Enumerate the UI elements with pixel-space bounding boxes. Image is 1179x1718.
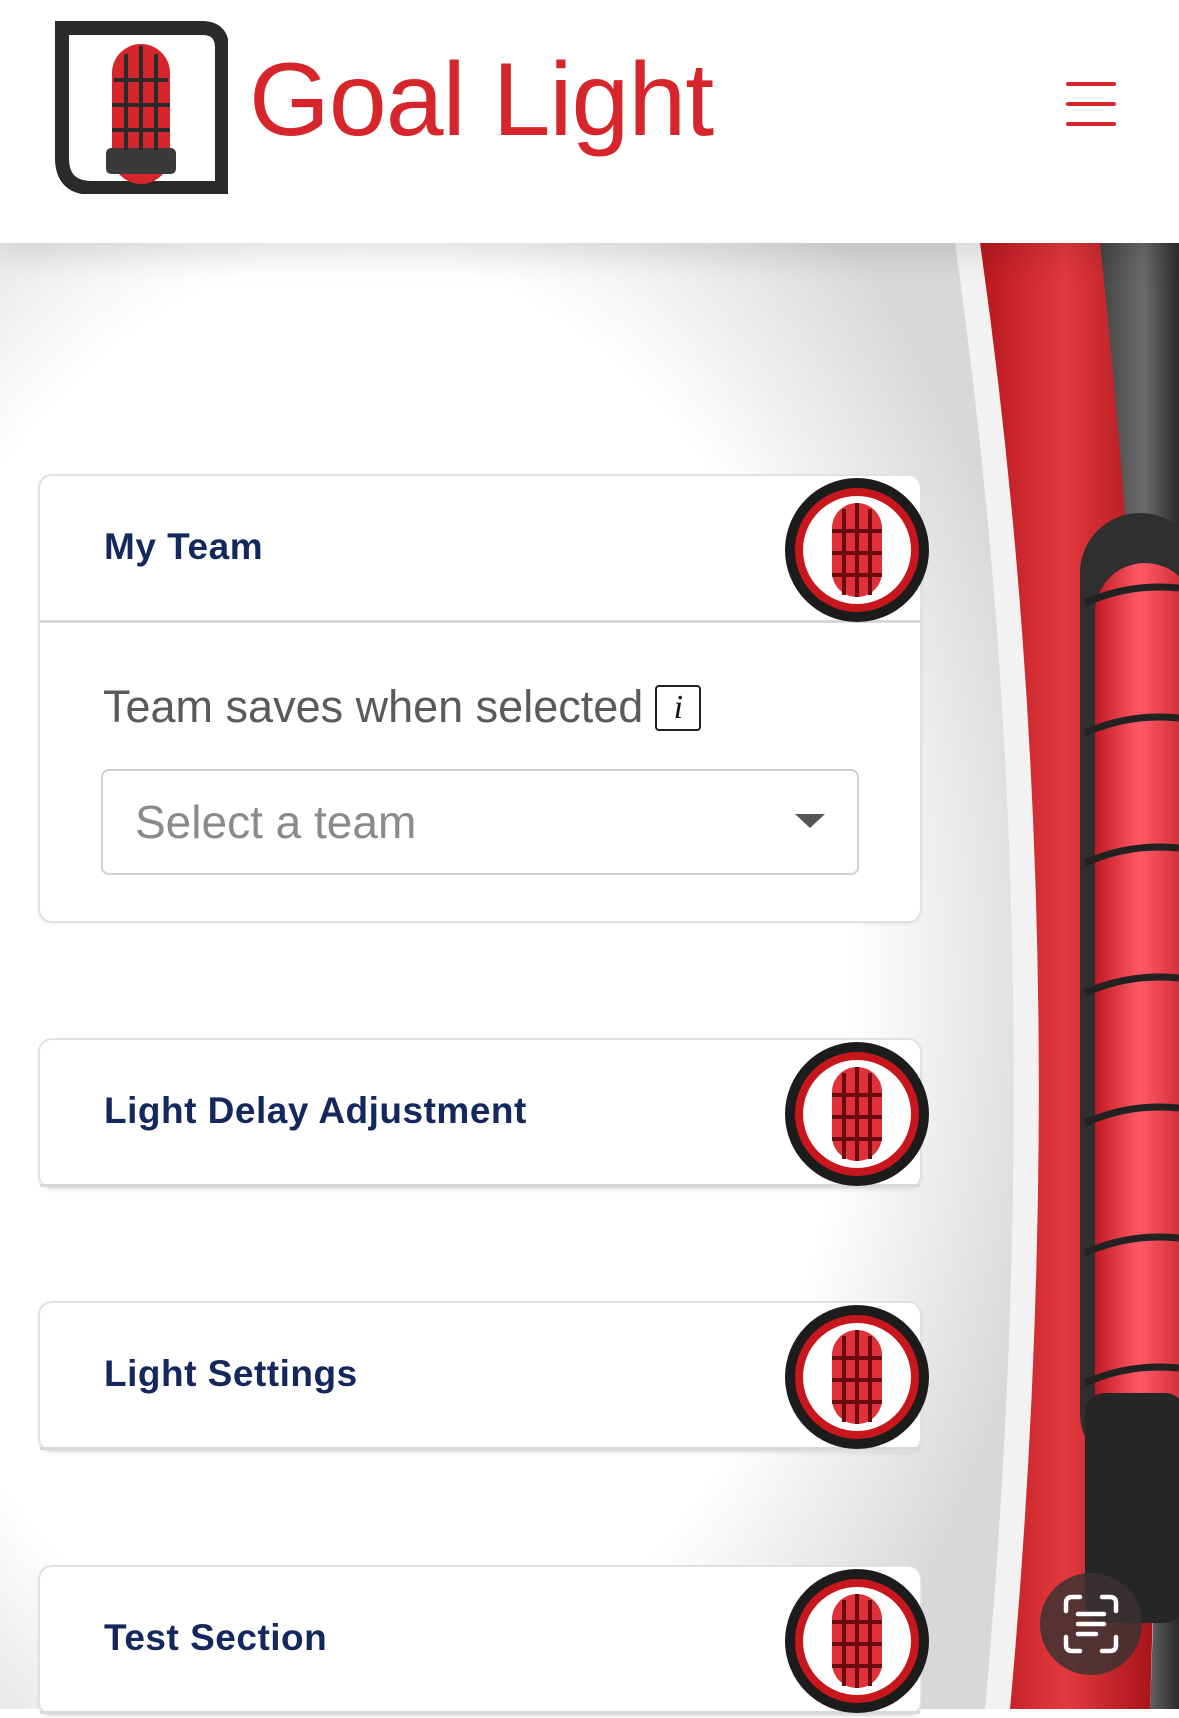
section-test: Test Section	[38, 1565, 929, 1716]
text-scan-button[interactable]	[1040, 1573, 1142, 1675]
section-title: Light Delay Adjustment	[104, 1090, 527, 1131]
goal-light-icon	[785, 478, 929, 622]
goal-light-icon	[785, 1305, 929, 1449]
section-header-test[interactable]: Test Section	[40, 1567, 929, 1714]
section-title: Light Settings	[104, 1353, 358, 1394]
team-field-label: Team saves when selected i	[103, 681, 702, 733]
section-light-settings: Light Settings	[38, 1301, 929, 1452]
text-scan-icon	[1063, 1594, 1119, 1654]
menu-line	[1066, 122, 1116, 126]
menu-line	[1066, 102, 1116, 106]
section-header-my-team[interactable]: My Team	[40, 476, 929, 623]
section-title: My Team	[104, 526, 264, 567]
chevron-down-icon	[795, 814, 825, 828]
menu-line	[1066, 82, 1116, 86]
goal-light-icon	[785, 1042, 929, 1186]
goal-light-icon	[785, 1569, 929, 1713]
section-body-my-team: Team saves when selected i Select a team	[40, 623, 920, 921]
section-header-light-settings[interactable]: Light Settings	[40, 1303, 929, 1450]
team-select[interactable]: Select a team	[101, 769, 859, 875]
section-header-light-delay[interactable]: Light Delay Adjustment	[40, 1040, 929, 1187]
brand-title: Goal Light	[249, 42, 714, 158]
section-light-delay-adjustment: Light Delay Adjustment	[38, 1038, 929, 1189]
team-field-label-text: Team saves when selected	[103, 681, 644, 732]
section-title: Test Section	[104, 1617, 328, 1658]
decorative-background-art	[0, 243, 1179, 1709]
info-icon[interactable]: i	[655, 685, 702, 731]
hamburger-menu-icon[interactable]	[1062, 78, 1120, 130]
app-header: Goal Light	[0, 0, 1179, 243]
section-my-team: My Team Team saves when selected i Select…	[38, 474, 929, 923]
team-select-placeholder: Select a team	[135, 796, 417, 848]
goal-light-logo[interactable]	[52, 20, 228, 194]
